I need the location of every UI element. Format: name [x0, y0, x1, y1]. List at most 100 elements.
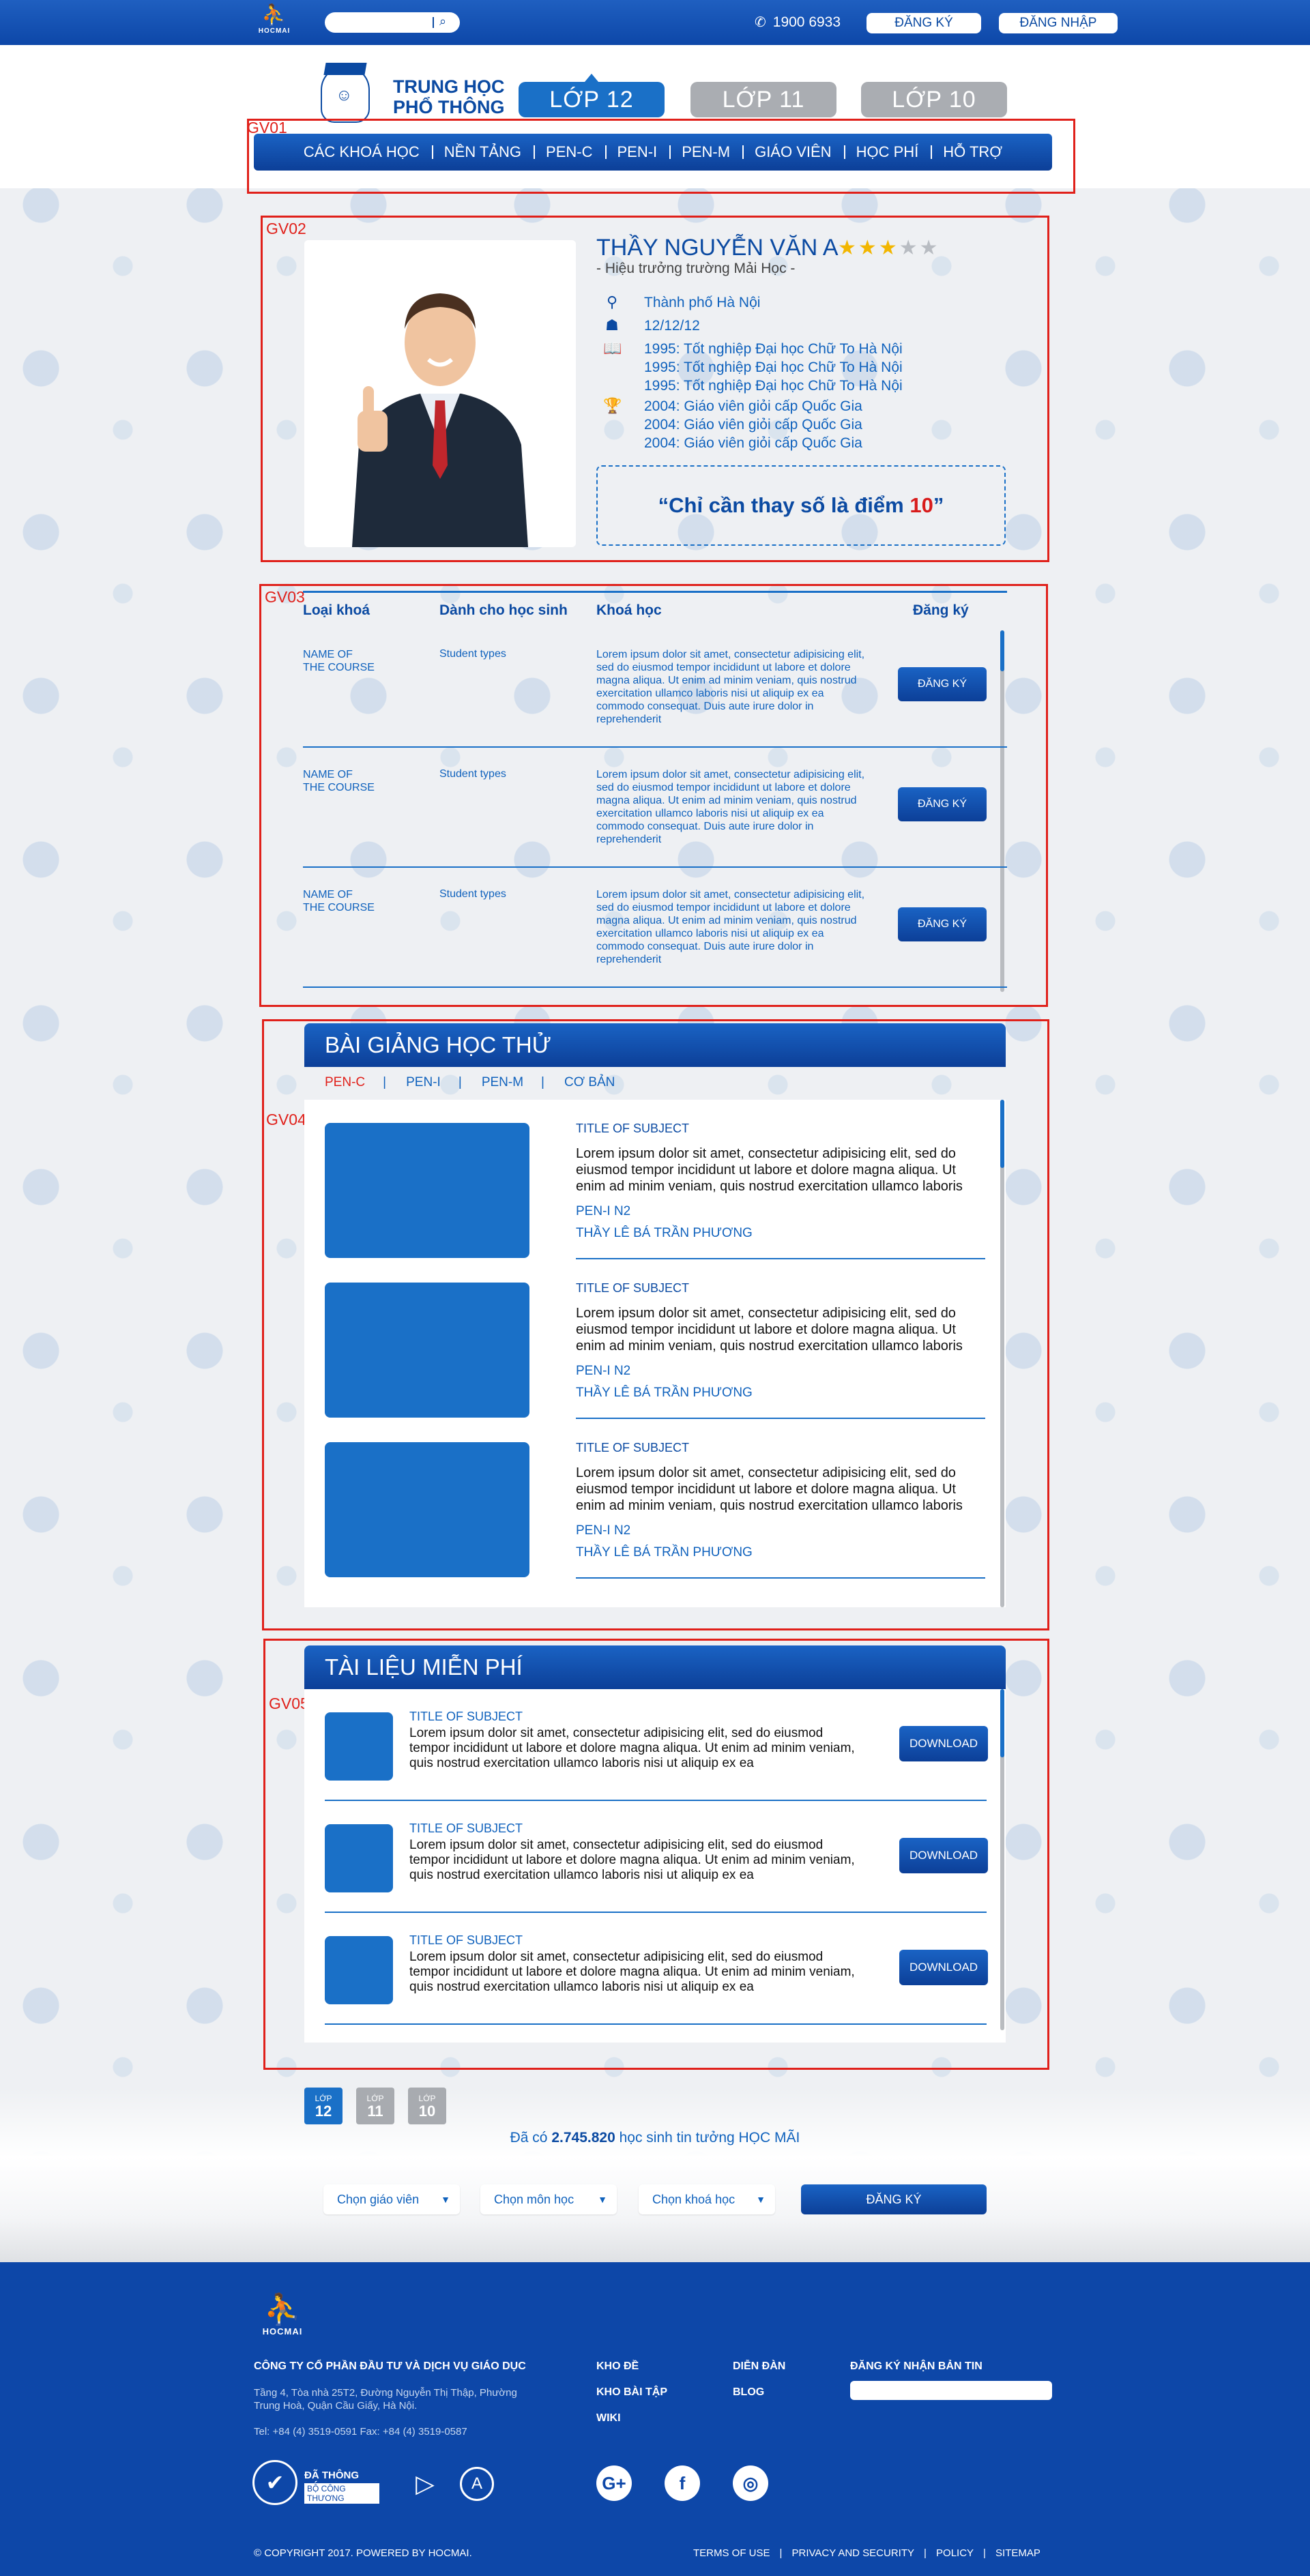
mini-tab-grade-12[interactable]: LỚP 12 — [304, 2088, 343, 2124]
download-button[interactable]: DOWNLOAD — [899, 1726, 988, 1761]
download-button[interactable]: DOWNLOAD — [899, 1950, 988, 1985]
lecture-teacher: THẦY LÊ BÁ TRẦN PHƯƠNG — [576, 1386, 753, 1400]
mini-tab-grade-11[interactable]: LỚP 11 — [356, 2088, 394, 2124]
lecture-level: PEN-I N2 — [576, 1523, 631, 1538]
signup-button[interactable]: ĐĂNG KÝ — [867, 13, 981, 33]
document-title[interactable]: TITLE OF SUBJECT — [409, 1933, 523, 1948]
search-input[interactable]: ⌕ — [325, 12, 460, 33]
company-address: Tầng 4, Tòa nhà 25T2, Đường Nguyễn Thị T… — [254, 2387, 517, 2412]
list-item[interactable]: TITLE OF SUBJECT Lorem ipsum dolor sit a… — [325, 1100, 987, 1259]
star-icon: ★ — [899, 237, 920, 259]
lecture-title[interactable]: TITLE OF SUBJECT — [576, 1122, 985, 1136]
award-item: 2004: Giáo viên giỏi cấp Quốc Gia — [644, 435, 862, 451]
footer-link-forum[interactable]: DIỄN ĐÀN — [733, 2360, 785, 2373]
col-register: Đăng ký — [913, 602, 969, 618]
mini-tab-number: 11 — [367, 2103, 383, 2120]
teacher-birthday: 12/12/12 — [644, 318, 700, 334]
lecture-level: PEN-I N2 — [576, 1204, 631, 1218]
tab-basic[interactable]: CƠ BẢN — [541, 1075, 635, 1090]
privacy-link[interactable]: PRIVACY AND SECURITY — [780, 2547, 926, 2559]
documents-scroll-thumb[interactable] — [1000, 1689, 1004, 1757]
brand-title[interactable]: TRUNG HỌC PHỔ THÔNG — [393, 76, 516, 117]
cert-line-2: BỘ CÔNG THƯƠNG — [304, 2483, 379, 2504]
student-type: Student types — [439, 768, 506, 780]
newsletter-email-input[interactable] — [850, 2381, 1052, 2400]
filter-register-button[interactable]: ĐĂNG KÝ — [801, 2184, 987, 2214]
tab-grade-10[interactable]: LỚP 10 — [861, 82, 1007, 117]
student-type: Student types — [439, 648, 506, 660]
register-button[interactable]: ĐĂNG KÝ — [898, 787, 987, 821]
tab-pen-c[interactable]: PEN-C — [304, 1075, 385, 1090]
list-item[interactable]: TITLE OF SUBJECT Lorem ipsum dolor sit a… — [325, 1419, 987, 1579]
quote-text: “Chỉ cần thay số là điểm — [658, 493, 910, 517]
lectures-scrollbar[interactable] — [1000, 1100, 1004, 1607]
star-icon: ★ — [858, 237, 879, 259]
ministry-certification-badge[interactable]: ✔ ĐÃ THÔNG BÁO BỘ CÔNG THƯƠNG — [252, 2460, 379, 2506]
login-button[interactable]: ĐĂNG NHẬP — [999, 13, 1118, 33]
annotation-label-gv05: GV05 — [269, 1695, 309, 1712]
lectures-scroll-thumb[interactable] — [1000, 1100, 1004, 1168]
lecture-level: PEN-I N2 — [576, 1364, 631, 1378]
download-button[interactable]: DOWNLOAD — [899, 1838, 988, 1873]
newsletter-label: ĐĂNG KÝ NHẬN BẢN TIN — [850, 2360, 982, 2372]
table-row: NAME OF THE COURSE Student types Lorem i… — [303, 749, 1007, 868]
google-plus-icon[interactable]: G+ — [596, 2465, 632, 2501]
award-item: 2004: Giáo viên giỏi cấp Quốc Gia — [644, 417, 862, 433]
tab-grade-12[interactable]: LỚP 12 — [519, 74, 665, 117]
select-teacher-value: Chọn giáo viên — [337, 2193, 420, 2206]
hotline[interactable]: ✆ 1900 6933 — [755, 12, 841, 33]
table-row: NAME OF THE COURSE Student types Lorem i… — [303, 869, 1007, 988]
facebook-icon[interactable]: f — [665, 2465, 700, 2501]
lecture-thumbnail[interactable] — [325, 1442, 529, 1577]
lecture-thumbnail[interactable] — [325, 1123, 529, 1258]
phone-icon: ✆ — [755, 15, 766, 30]
footer-logo[interactable]: ⛹ HOCMAI — [254, 2294, 311, 2337]
lecture-title[interactable]: TITLE OF SUBJECT — [576, 1441, 985, 1455]
hocmai-logo[interactable]: ⛹ HOCMAI — [255, 4, 293, 40]
lecture-title[interactable]: TITLE OF SUBJECT — [576, 1281, 985, 1296]
annotation-label-gv01: GV01 — [247, 119, 287, 136]
location-pin-icon: ⚲ — [606, 293, 618, 310]
footer-link-exercises[interactable]: KHO BÀI TẬP — [596, 2386, 667, 2399]
star-icon: ★ — [878, 237, 899, 259]
lectures-title: BÀI GIẢNG HỌC THỬ — [304, 1023, 1006, 1067]
search-icon[interactable]: ⌕ — [439, 14, 446, 29]
register-button[interactable]: ĐĂNG KÝ — [898, 667, 987, 701]
annotation-box-gv01 — [247, 119, 1075, 194]
lecture-thumbnail[interactable] — [325, 1283, 529, 1418]
document-thumbnail[interactable] — [325, 1824, 393, 1892]
mini-tab-label: LỚP — [366, 2094, 384, 2103]
sitemap-link[interactable]: SITEMAP — [983, 2547, 1051, 2559]
document-thumbnail[interactable] — [325, 1712, 393, 1781]
terms-link[interactable]: TERMS OF USE — [682, 2547, 781, 2559]
footer-link-exams[interactable]: KHO ĐỀ — [596, 2360, 639, 2373]
select-course[interactable]: Chọn khoá học ▼ — [639, 2184, 775, 2214]
star-icon: ★ — [919, 237, 940, 259]
mini-tab-grade-10[interactable]: LỚP 10 — [408, 2088, 446, 2124]
birthday-icon: ☗ — [605, 317, 619, 334]
document-title[interactable]: TITLE OF SUBJECT — [409, 1821, 523, 1836]
tab-pen-i[interactable]: PEN-I — [383, 1075, 461, 1090]
tab-grade-11[interactable]: LỚP 11 — [690, 82, 836, 117]
footer-link-wiki[interactable]: WIKI — [596, 2412, 621, 2425]
footer-link-blog[interactable]: BLOG — [733, 2386, 764, 2399]
document-thumbnail[interactable] — [325, 1936, 393, 2004]
lecture-description: Lorem ipsum dolor sit amet, consectetur … — [576, 1465, 963, 1513]
policy-link[interactable]: POLICY — [924, 2547, 985, 2559]
hotline-number: 1900 6933 — [772, 14, 841, 30]
document-title[interactable]: TITLE OF SUBJECT — [409, 1710, 523, 1724]
select-teacher[interactable]: Chọn giáo viên ▼ — [323, 2184, 460, 2214]
student-count: 2.745.820 — [551, 2130, 615, 2146]
instagram-icon[interactable]: ◎ — [733, 2465, 768, 2501]
google-play-icon[interactable]: ▷ — [408, 2467, 442, 2501]
student-type: Student types — [439, 888, 506, 900]
teacher-photo — [304, 240, 576, 547]
book-icon: 📖 — [603, 340, 622, 357]
app-store-icon[interactable]: A — [460, 2467, 494, 2501]
tab-pen-m[interactable]: PEN-M — [458, 1075, 544, 1090]
register-button[interactable]: ĐĂNG KÝ — [898, 907, 987, 941]
list-item[interactable]: TITLE OF SUBJECT Lorem ipsum dolor sit a… — [325, 1259, 987, 1419]
select-subject[interactable]: Chọn môn học ▼ — [480, 2184, 617, 2214]
search-divider — [433, 17, 434, 28]
checkmark-icon: ✔ — [252, 2460, 297, 2505]
